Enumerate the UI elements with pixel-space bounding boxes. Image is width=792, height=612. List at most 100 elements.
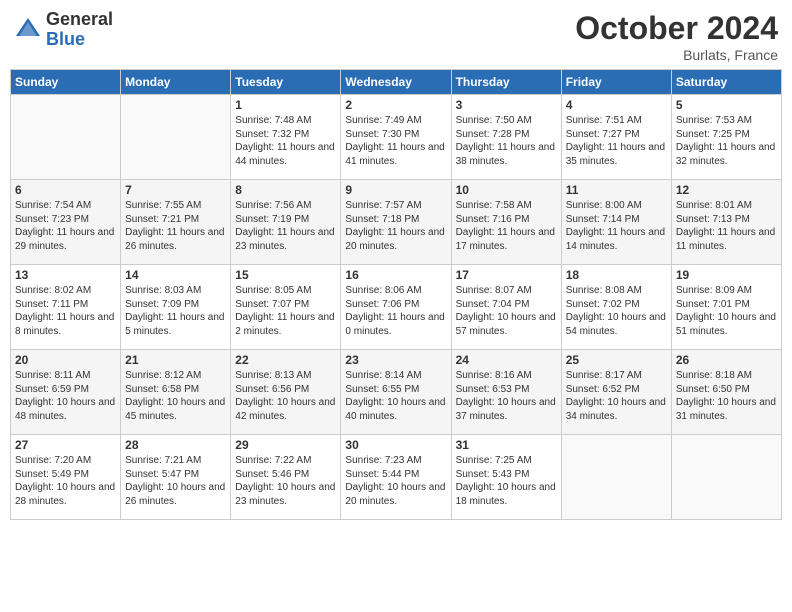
header-thursday: Thursday (451, 70, 561, 95)
cell-info: Sunrise: 8:14 AM Sunset: 6:55 PM Dayligh… (345, 369, 446, 423)
cell-info: Sunrise: 7:57 AM Sunset: 7:18 PM Dayligh… (345, 199, 446, 253)
sunrise-text: Sunrise: 8:07 AM (456, 285, 532, 296)
calendar-cell: 21 Sunrise: 8:12 AM Sunset: 6:58 PM Dayl… (121, 350, 231, 435)
cell-info: Sunrise: 7:21 AM Sunset: 5:47 PM Dayligh… (125, 454, 226, 508)
calendar-cell: 19 Sunrise: 8:09 AM Sunset: 7:01 PM Dayl… (671, 265, 781, 350)
header-saturday: Saturday (671, 70, 781, 95)
logo-blue: Blue (46, 30, 113, 50)
header-friday: Friday (561, 70, 671, 95)
daylight-text: Daylight: 10 hours and 40 minutes. (345, 397, 445, 422)
cell-info: Sunrise: 8:17 AM Sunset: 6:52 PM Dayligh… (566, 369, 667, 423)
calendar-cell (671, 435, 781, 520)
day-number: 5 (676, 98, 777, 112)
daylight-text: Daylight: 11 hours and 2 minutes. (235, 312, 334, 337)
sunrise-text: Sunrise: 7:57 AM (345, 200, 421, 211)
logo-icon (14, 16, 42, 44)
day-number: 20 (15, 353, 116, 367)
day-number: 22 (235, 353, 336, 367)
cell-info: Sunrise: 8:01 AM Sunset: 7:13 PM Dayligh… (676, 199, 777, 253)
day-number: 27 (15, 438, 116, 452)
daylight-text: Daylight: 10 hours and 20 minutes. (345, 482, 445, 507)
cell-info: Sunrise: 8:06 AM Sunset: 7:06 PM Dayligh… (345, 284, 446, 338)
cell-info: Sunrise: 8:12 AM Sunset: 6:58 PM Dayligh… (125, 369, 226, 423)
sunset-text: Sunset: 5:44 PM (345, 469, 419, 480)
day-number: 25 (566, 353, 667, 367)
calendar-cell: 29 Sunrise: 7:22 AM Sunset: 5:46 PM Dayl… (231, 435, 341, 520)
day-number: 14 (125, 268, 226, 282)
calendar-cell: 7 Sunrise: 7:55 AM Sunset: 7:21 PM Dayli… (121, 180, 231, 265)
sunset-text: Sunset: 7:32 PM (235, 129, 309, 140)
calendar-table: Sunday Monday Tuesday Wednesday Thursday… (10, 69, 782, 520)
sunset-text: Sunset: 6:55 PM (345, 384, 419, 395)
sunset-text: Sunset: 7:28 PM (456, 129, 530, 140)
sunrise-text: Sunrise: 8:11 AM (15, 370, 90, 381)
daylight-text: Daylight: 11 hours and 5 minutes. (125, 312, 224, 337)
sunset-text: Sunset: 7:25 PM (676, 129, 750, 140)
sunrise-text: Sunrise: 8:12 AM (125, 370, 201, 381)
sunset-text: Sunset: 5:47 PM (125, 469, 199, 480)
calendar-cell: 22 Sunrise: 8:13 AM Sunset: 6:56 PM Dayl… (231, 350, 341, 435)
cell-info: Sunrise: 7:58 AM Sunset: 7:16 PM Dayligh… (456, 199, 557, 253)
daylight-text: Daylight: 10 hours and 37 minutes. (456, 397, 556, 422)
daylight-text: Daylight: 11 hours and 44 minutes. (235, 142, 334, 167)
day-number: 1 (235, 98, 336, 112)
sunset-text: Sunset: 7:14 PM (566, 214, 640, 225)
calendar-cell: 23 Sunrise: 8:14 AM Sunset: 6:55 PM Dayl… (341, 350, 451, 435)
calendar-cell: 28 Sunrise: 7:21 AM Sunset: 5:47 PM Dayl… (121, 435, 231, 520)
calendar-cell: 24 Sunrise: 8:16 AM Sunset: 6:53 PM Dayl… (451, 350, 561, 435)
day-number: 19 (676, 268, 777, 282)
sunrise-text: Sunrise: 8:03 AM (125, 285, 201, 296)
calendar-cell (11, 95, 121, 180)
sunrise-text: Sunrise: 7:48 AM (235, 115, 311, 126)
sunrise-text: Sunrise: 7:54 AM (15, 200, 91, 211)
sunset-text: Sunset: 7:30 PM (345, 129, 419, 140)
sunrise-text: Sunrise: 8:14 AM (345, 370, 421, 381)
logo-general: General (46, 10, 113, 30)
sunrise-text: Sunrise: 8:17 AM (566, 370, 642, 381)
sunrise-text: Sunrise: 8:18 AM (676, 370, 752, 381)
cell-info: Sunrise: 7:50 AM Sunset: 7:28 PM Dayligh… (456, 114, 557, 168)
day-number: 11 (566, 183, 667, 197)
sunset-text: Sunset: 5:46 PM (235, 469, 309, 480)
day-number: 13 (15, 268, 116, 282)
calendar-cell: 14 Sunrise: 8:03 AM Sunset: 7:09 PM Dayl… (121, 265, 231, 350)
sunrise-text: Sunrise: 8:02 AM (15, 285, 91, 296)
sunrise-text: Sunrise: 7:21 AM (125, 455, 201, 466)
header-sunday: Sunday (11, 70, 121, 95)
sunrise-text: Sunrise: 7:53 AM (676, 115, 752, 126)
cell-info: Sunrise: 7:51 AM Sunset: 7:27 PM Dayligh… (566, 114, 667, 168)
day-number: 2 (345, 98, 446, 112)
month-title: October 2024 (575, 10, 778, 47)
calendar-cell: 8 Sunrise: 7:56 AM Sunset: 7:19 PM Dayli… (231, 180, 341, 265)
calendar-header: Sunday Monday Tuesday Wednesday Thursday… (11, 70, 782, 95)
daylight-text: Daylight: 10 hours and 51 minutes. (676, 312, 776, 337)
sunset-text: Sunset: 7:13 PM (676, 214, 750, 225)
daylight-text: Daylight: 11 hours and 32 minutes. (676, 142, 775, 167)
sunset-text: Sunset: 6:52 PM (566, 384, 640, 395)
sunrise-text: Sunrise: 7:23 AM (345, 455, 421, 466)
calendar-cell (121, 95, 231, 180)
calendar-cell: 15 Sunrise: 8:05 AM Sunset: 7:07 PM Dayl… (231, 265, 341, 350)
sunset-text: Sunset: 7:21 PM (125, 214, 199, 225)
daylight-text: Daylight: 10 hours and 28 minutes. (15, 482, 115, 507)
calendar-week-1: 6 Sunrise: 7:54 AM Sunset: 7:23 PM Dayli… (11, 180, 782, 265)
cell-info: Sunrise: 7:22 AM Sunset: 5:46 PM Dayligh… (235, 454, 336, 508)
sunrise-text: Sunrise: 7:51 AM (566, 115, 642, 126)
sunrise-text: Sunrise: 7:22 AM (235, 455, 311, 466)
cell-info: Sunrise: 7:55 AM Sunset: 7:21 PM Dayligh… (125, 199, 226, 253)
sunset-text: Sunset: 7:27 PM (566, 129, 640, 140)
cell-info: Sunrise: 7:53 AM Sunset: 7:25 PM Dayligh… (676, 114, 777, 168)
calendar-cell: 1 Sunrise: 7:48 AM Sunset: 7:32 PM Dayli… (231, 95, 341, 180)
logo-text: General Blue (46, 10, 113, 50)
day-number: 29 (235, 438, 336, 452)
calendar-cell: 20 Sunrise: 8:11 AM Sunset: 6:59 PM Dayl… (11, 350, 121, 435)
sunset-text: Sunset: 7:01 PM (676, 299, 750, 310)
calendar-body: 1 Sunrise: 7:48 AM Sunset: 7:32 PM Dayli… (11, 95, 782, 520)
cell-info: Sunrise: 7:23 AM Sunset: 5:44 PM Dayligh… (345, 454, 446, 508)
day-number: 21 (125, 353, 226, 367)
sunrise-text: Sunrise: 8:08 AM (566, 285, 642, 296)
cell-info: Sunrise: 7:56 AM Sunset: 7:19 PM Dayligh… (235, 199, 336, 253)
day-number: 3 (456, 98, 557, 112)
sunset-text: Sunset: 7:16 PM (456, 214, 530, 225)
sunrise-text: Sunrise: 8:05 AM (235, 285, 311, 296)
